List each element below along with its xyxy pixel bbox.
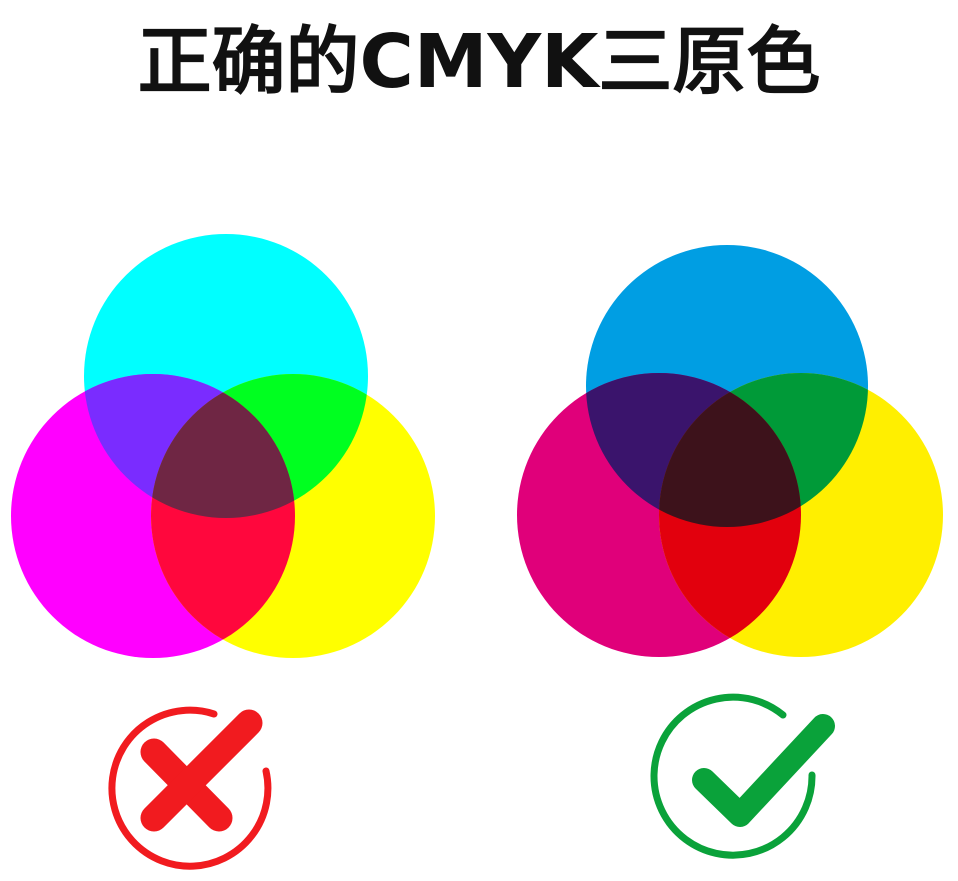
cross-icon — [108, 706, 272, 870]
check-icon — [650, 693, 835, 859]
correct-cmyk-diagram — [517, 245, 943, 657]
cmyk-diagrams — [11, 234, 943, 870]
incorrect-cmyk-diagram — [11, 234, 435, 658]
cmyk-comparison-page: 正确的CMYK三原色 — [0, 0, 958, 881]
